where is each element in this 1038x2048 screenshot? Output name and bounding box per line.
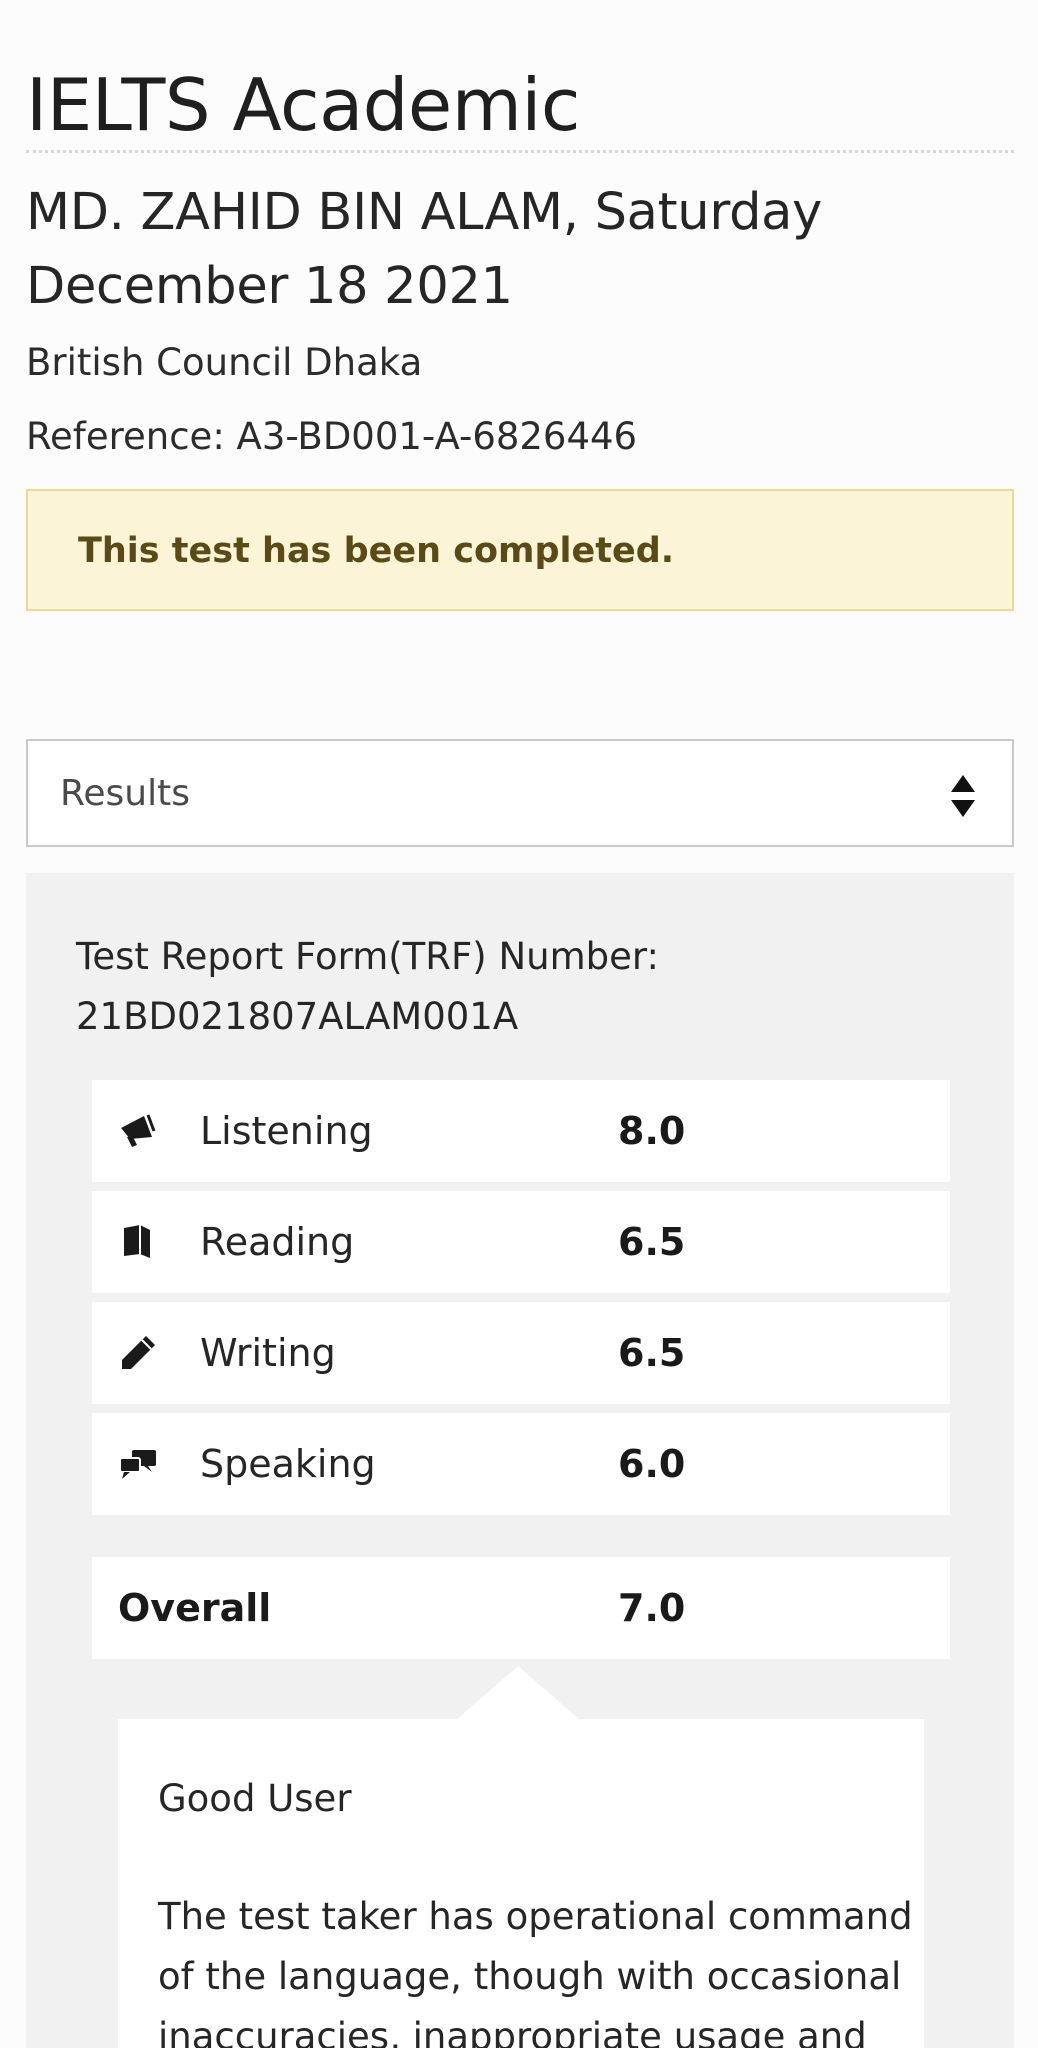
trf-label: Test Report Form(TRF) Number: [76,935,659,978]
band-description-box: Good User The test taker has operational… [118,1719,924,2048]
ielts-results-page: IELTS Academic MD. ZAHID BIN ALAM, Satur… [0,0,1038,2048]
speech-bubbles-icon [119,1450,156,1479]
title-divider [26,150,1014,153]
booking-reference: Reference: A3-BD001-A-6826446 [26,415,638,458]
band-description-pointer [456,1666,580,1720]
overall-label: Overall [118,1586,272,1630]
score-row-listening: Listening 8.0 [92,1080,950,1182]
score-label: Writing [200,1331,336,1375]
score-row-overall: Overall 7.0 [92,1557,950,1659]
completion-alert-text: This test has been completed. [78,531,675,571]
score-value: 8.0 [618,1109,686,1153]
completion-alert: This test has been completed. [26,489,1014,611]
section-select-value: Results [60,773,190,814]
test-title: IELTS Academic [26,63,580,147]
score-label: Listening [200,1109,373,1153]
score-value: 6.0 [618,1442,686,1486]
trf-number: 21BD021807ALAM001A [76,995,519,1038]
section-select[interactable]: Results [26,739,1014,847]
sort-arrows-icon [951,775,975,817]
test-centre: British Council Dhaka [26,341,423,384]
score-value: 6.5 [618,1220,686,1264]
score-label: Reading [200,1220,355,1264]
score-value: 6.5 [618,1331,686,1375]
band-name: Good User [158,1777,352,1820]
band-description: The test taker has operational command o… [158,1895,913,2048]
score-label: Speaking [200,1442,376,1486]
overall-score: 7.0 [618,1586,686,1630]
pencil-icon [122,1336,155,1369]
results-panel: Test Report Form(TRF) Number: 21BD021807… [26,873,1014,2048]
megaphone-icon [121,1114,156,1147]
score-row-reading: Reading 6.5 [92,1191,950,1293]
book-icon [124,1225,150,1258]
candidate-and-date: MD. ZAHID BIN ALAM, Saturday December 18… [26,183,822,316]
score-row-writing: Writing 6.5 [92,1302,950,1404]
score-row-speaking: Speaking 6.0 [92,1413,950,1515]
